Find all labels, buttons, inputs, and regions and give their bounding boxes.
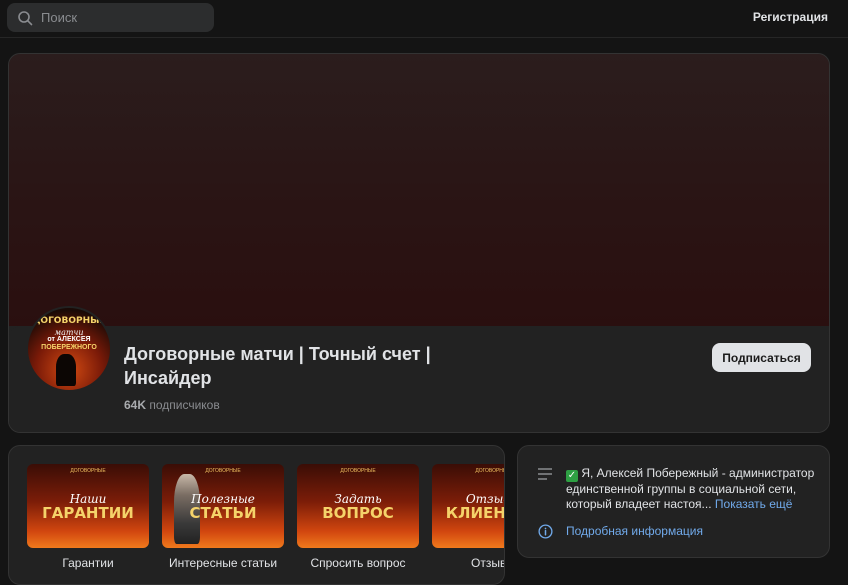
link-thumbnail: ДОГОВОРНЫЕ Отзывы КЛИЕНТОВ [432, 464, 505, 548]
show-more-link[interactable]: Показать ещё [715, 497, 793, 511]
search-box[interactable] [7, 3, 214, 32]
info-icon [538, 524, 553, 539]
top-bar: Регистрация [0, 0, 848, 38]
thumb-brand: ДОГОВОРНЫЕ [205, 468, 241, 474]
avatar-text-line1: ДОГОВОРНЫЕ [32, 316, 106, 326]
subscribers-number: 64K [124, 398, 147, 412]
link-thumbnail: ДОГОВОРНЫЕ Задать ВОПРОС [297, 464, 419, 548]
subscribe-button[interactable]: Подписаться [712, 343, 811, 372]
link-tile-guarantees[interactable]: ДОГОВОРНЫЕ Наши ГАРАНТИИ Гарантии [27, 464, 149, 570]
avatar-text-line3: от АЛЕКСЕЯ [47, 336, 91, 343]
subscribers-count[interactable]: 64K подписчиков [124, 398, 220, 412]
thumb-brand: ДОГОВОРНЫЕ [70, 468, 106, 474]
details-link[interactable]: Подробная информация [566, 524, 703, 538]
group-title: Договорные матчи | Точный счет | Инсайде… [124, 344, 431, 388]
check-mark-icon: ✓ [566, 470, 578, 482]
link-label: Спросить вопрос [310, 556, 406, 570]
link-tile-question[interactable]: ДОГОВОРНЫЕ Задать ВОПРОС Спросить вопрос [297, 464, 419, 570]
text-lines-icon [538, 468, 552, 480]
link-label: Отзывы [471, 556, 504, 570]
cover-image [9, 54, 829, 326]
description-text: ✓ Я, Алексей Побережный - администратор … [566, 466, 816, 512]
link-thumbnail: ДОГОВОРНЫЕ Наши ГАРАНТИИ [27, 464, 149, 548]
avatar-text-line4: ПОБЕРЕЖНОГО [41, 344, 97, 351]
thumb-line2: СТАТЬИ [189, 504, 257, 522]
thumb-line2: ВОПРОС [322, 504, 394, 522]
thumb-line2: ГАРАНТИИ [42, 504, 134, 522]
group-avatar[interactable]: ДОГОВОРНЫЕ матчи от АЛЕКСЕЯ ПОБЕРЕЖНОГО [26, 306, 112, 392]
subscribers-label: подписчиков [149, 398, 220, 412]
thumb-brand: ДОГОВОРНЫЕ [475, 468, 504, 474]
group-header-card: ДОГОВОРНЫЕ матчи от АЛЕКСЕЯ ПОБЕРЕЖНОГО … [8, 53, 830, 433]
links-carousel: ДОГОВОРНЫЕ Наши ГАРАНТИИ Гарантии ДОГОВО… [8, 445, 505, 585]
link-tile-reviews[interactable]: ДОГОВОРНЫЕ Отзывы КЛИЕНТОВ Отзывы [432, 464, 505, 570]
link-label: Интересные статьи [168, 556, 278, 570]
link-tile-articles[interactable]: ДОГОВОРНЫЕ Полезные СТАТЬИ Интересные ст… [162, 464, 284, 570]
search-input[interactable] [41, 10, 201, 25]
link-label: Гарантии [62, 556, 114, 570]
avatar-figure [56, 354, 76, 386]
group-info: ДОГОВОРНЫЕ матчи от АЛЕКСЕЯ ПОБЕРЕЖНОГО … [9, 306, 829, 432]
register-link[interactable]: Регистрация [753, 10, 828, 24]
thumb-line2: КЛИЕНТОВ [445, 504, 505, 522]
thumb-brand: ДОГОВОРНЫЕ [340, 468, 376, 474]
link-thumbnail: ДОГОВОРНЫЕ Полезные СТАТЬИ [162, 464, 284, 548]
description-card: ✓ Я, Алексей Побережный - администратор … [517, 445, 830, 558]
search-icon [18, 10, 33, 25]
